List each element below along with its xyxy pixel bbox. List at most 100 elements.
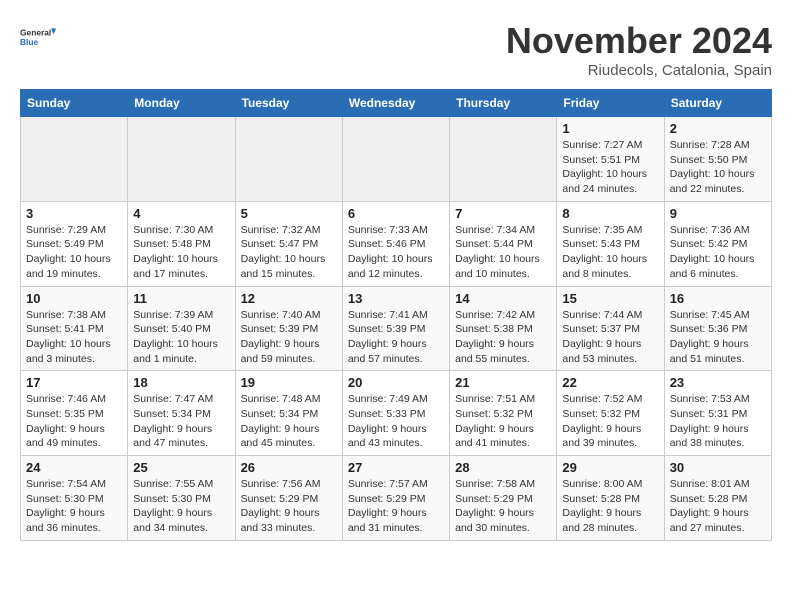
day-info: Sunrise: 7:36 AMSunset: 5:42 PMDaylight:… [670,223,766,282]
day-cell: 3Sunrise: 7:29 AMSunset: 5:49 PMDaylight… [21,201,128,286]
day-info: Sunrise: 7:55 AMSunset: 5:30 PMDaylight:… [133,477,229,536]
day-number: 12 [241,291,337,306]
day-info: Sunrise: 7:40 AMSunset: 5:39 PMDaylight:… [241,308,337,367]
day-cell: 21 Sunrise: 7:51 AMSunset: 5:32 PMDayligh… [450,371,557,456]
location: Riudecols, Catalonia, Spain [506,62,772,79]
day-number: 27 [348,460,444,475]
day-number: 25 [133,460,229,475]
day-number: 18 [133,375,229,390]
day-number: 7 [455,206,551,221]
day-cell [450,117,557,202]
day-info: Sunrise: 7:32 AMSunset: 5:47 PMDaylight:… [241,223,337,282]
day-cell: 28 Sunrise: 7:58 AMSunset: 5:29 PMDayligh… [450,456,557,541]
day-info: Sunrise: 7:48 AMSunset: 5:34 PMDaylight:… [241,392,337,451]
weekday-header-saturday: Saturday [664,90,771,117]
day-number: 30 [670,460,766,475]
day-info: Sunrise: 7:46 AMSunset: 5:35 PMDaylight:… [26,392,122,451]
day-info: Sunrise: 7:54 AMSunset: 5:30 PMDaylight:… [26,477,122,536]
header: General Blue November 2024 Riudecols, Ca… [20,20,772,79]
day-cell: 11 Sunrise: 7:39 AMSunset: 5:40 PMDayligh… [128,286,235,371]
day-cell: 19 Sunrise: 7:48 AMSunset: 5:34 PMDayligh… [235,371,342,456]
day-info: Sunrise: 7:39 AMSunset: 5:40 PMDaylight:… [133,308,229,367]
day-info: Sunrise: 7:27 AMSunset: 5:51 PMDaylight:… [562,138,658,197]
day-info: Sunrise: 7:41 AMSunset: 5:39 PMDaylight:… [348,308,444,367]
day-number: 4 [133,206,229,221]
day-number: 20 [348,375,444,390]
day-cell: 12 Sunrise: 7:40 AMSunset: 5:39 PMDayligh… [235,286,342,371]
day-info: Sunrise: 8:01 AMSunset: 5:28 PMDaylight:… [670,477,766,536]
day-cell [128,117,235,202]
day-number: 3 [26,206,122,221]
weekday-header-monday: Monday [128,90,235,117]
day-number: 24 [26,460,122,475]
day-info: Sunrise: 7:30 AMSunset: 5:48 PMDaylight:… [133,223,229,282]
day-cell: 7 Sunrise: 7:34 AMSunset: 5:44 PMDaylight… [450,201,557,286]
day-cell: 8 Sunrise: 7:35 AMSunset: 5:43 PMDaylight… [557,201,664,286]
day-info: Sunrise: 7:44 AMSunset: 5:37 PMDaylight:… [562,308,658,367]
day-cell: 30 Sunrise: 8:01 AMSunset: 5:28 PMDayligh… [664,456,771,541]
day-cell [21,117,128,202]
day-info: Sunrise: 7:51 AMSunset: 5:32 PMDaylight:… [455,392,551,451]
day-cell: 14 Sunrise: 7:42 AMSunset: 5:38 PMDayligh… [450,286,557,371]
day-cell: 9Sunrise: 7:36 AMSunset: 5:42 PMDaylight… [664,201,771,286]
day-info: Sunrise: 7:47 AMSunset: 5:34 PMDaylight:… [133,392,229,451]
day-number: 17 [26,375,122,390]
week-row-4: 17 Sunrise: 7:46 AMSunset: 5:35 PMDayligh… [21,371,772,456]
day-number: 13 [348,291,444,306]
day-cell: 22Sunrise: 7:52 AMSunset: 5:32 PMDayligh… [557,371,664,456]
day-cell: 17 Sunrise: 7:46 AMSunset: 5:35 PMDayligh… [21,371,128,456]
day-number: 1 [562,121,658,136]
day-cell: 1 Sunrise: 7:27 AMSunset: 5:51 PMDaylight… [557,117,664,202]
day-number: 8 [562,206,658,221]
day-cell: 26 Sunrise: 7:56 AMSunset: 5:29 PMDayligh… [235,456,342,541]
day-number: 16 [670,291,766,306]
day-info: Sunrise: 7:33 AMSunset: 5:46 PMDaylight:… [348,223,444,282]
week-row-2: 3Sunrise: 7:29 AMSunset: 5:49 PMDaylight… [21,201,772,286]
svg-text:Blue: Blue [20,37,39,47]
day-info: Sunrise: 7:28 AMSunset: 5:50 PMDaylight:… [670,138,766,197]
day-info: Sunrise: 7:42 AMSunset: 5:38 PMDaylight:… [455,308,551,367]
day-cell: 15 Sunrise: 7:44 AMSunset: 5:37 PMDayligh… [557,286,664,371]
day-cell: 20 Sunrise: 7:49 AMSunset: 5:33 PMDayligh… [342,371,449,456]
weekday-header-friday: Friday [557,90,664,117]
day-cell: 5Sunrise: 7:32 AMSunset: 5:47 PMDaylight… [235,201,342,286]
day-cell: 16 Sunrise: 7:45 AMSunset: 5:36 PMDayligh… [664,286,771,371]
day-info: Sunrise: 8:00 AMSunset: 5:28 PMDaylight:… [562,477,658,536]
day-cell [342,117,449,202]
day-info: Sunrise: 7:53 AMSunset: 5:31 PMDaylight:… [670,392,766,451]
day-number: 11 [133,291,229,306]
weekday-header-wednesday: Wednesday [342,90,449,117]
day-info: Sunrise: 7:49 AMSunset: 5:33 PMDaylight:… [348,392,444,451]
day-cell: 23 Sunrise: 7:53 AMSunset: 5:31 PMDayligh… [664,371,771,456]
day-info: Sunrise: 7:38 AMSunset: 5:41 PMDaylight:… [26,308,122,367]
logo: General Blue [20,20,56,56]
day-cell: 29Sunrise: 8:00 AMSunset: 5:28 PMDayligh… [557,456,664,541]
month-title: November 2024 [506,20,772,62]
day-number: 15 [562,291,658,306]
day-cell: 6 Sunrise: 7:33 AMSunset: 5:46 PMDaylight… [342,201,449,286]
day-info: Sunrise: 7:45 AMSunset: 5:36 PMDaylight:… [670,308,766,367]
day-info: Sunrise: 7:56 AMSunset: 5:29 PMDaylight:… [241,477,337,536]
day-number: 26 [241,460,337,475]
day-info: Sunrise: 7:35 AMSunset: 5:43 PMDaylight:… [562,223,658,282]
day-cell: 4 Sunrise: 7:30 AMSunset: 5:48 PMDaylight… [128,201,235,286]
day-number: 21 [455,375,551,390]
weekday-header-thursday: Thursday [450,90,557,117]
day-number: 14 [455,291,551,306]
day-number: 28 [455,460,551,475]
day-number: 19 [241,375,337,390]
calendar: SundayMondayTuesdayWednesdayThursdayFrid… [20,89,772,541]
title-area: November 2024 Riudecols, Catalonia, Spai… [506,20,772,79]
weekday-header-tuesday: Tuesday [235,90,342,117]
day-info: Sunrise: 7:57 AMSunset: 5:29 PMDaylight:… [348,477,444,536]
week-row-1: 1 Sunrise: 7:27 AMSunset: 5:51 PMDaylight… [21,117,772,202]
day-number: 6 [348,206,444,221]
day-cell: 13 Sunrise: 7:41 AMSunset: 5:39 PMDayligh… [342,286,449,371]
weekday-header-sunday: Sunday [21,90,128,117]
day-cell: 25 Sunrise: 7:55 AMSunset: 5:30 PMDayligh… [128,456,235,541]
day-number: 22 [562,375,658,390]
day-cell: 2Sunrise: 7:28 AMSunset: 5:50 PMDaylight… [664,117,771,202]
day-number: 23 [670,375,766,390]
day-info: Sunrise: 7:34 AMSunset: 5:44 PMDaylight:… [455,223,551,282]
day-info: Sunrise: 7:58 AMSunset: 5:29 PMDaylight:… [455,477,551,536]
